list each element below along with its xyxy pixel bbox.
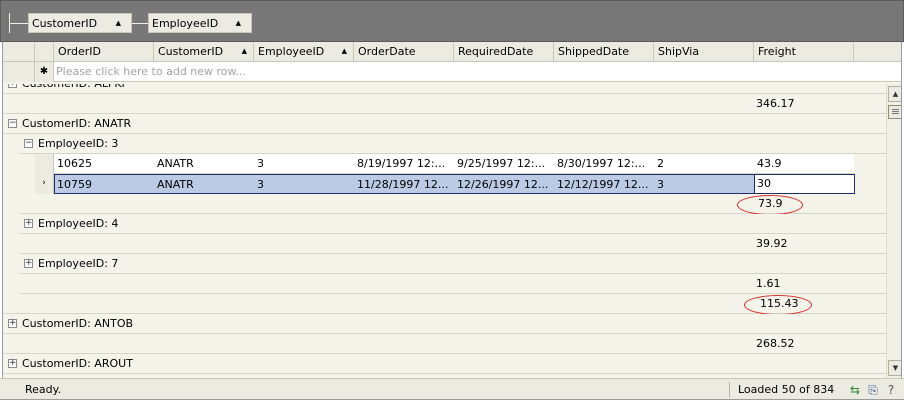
cell-requireddate[interactable]: 9/25/1997 12:... [455,154,555,174]
expand-icon[interactable]: + [8,319,17,328]
cell-orderdate[interactable]: 11/28/1997 12... [355,175,455,195]
column-header-freight[interactable]: Freight [754,42,854,62]
cell-requireddate[interactable]: 12/26/1997 12... [455,175,555,195]
expand-icon[interactable]: + [8,359,17,368]
column-header-shipvia[interactable]: ShipVia [654,42,754,62]
group-row-customer-alfki[interactable]: + CustomerID: ALFKI [3,84,886,94]
scroll-up-icon[interactable]: ▲ [888,86,901,102]
scroll-thumb[interactable] [888,105,901,119]
cell-orderid[interactable]: 10625 [55,154,155,174]
column-header-shippeddate[interactable]: ShippedDate [554,42,654,62]
group-summary-row: 346.17 [3,94,886,114]
group-label: CustomerID: ANATR [22,117,132,130]
group-by-panel: CustomerID ▲ EmployeeID ▲ [0,0,904,42]
cell-shipvia[interactable]: 3 [655,175,755,195]
cell-employeeid[interactable]: 3 [255,154,355,174]
group-label: EmployeeID: 7 [38,257,119,270]
cell-orderid[interactable]: 10759 [55,175,155,195]
export-icon[interactable]: ⎘ [866,383,880,397]
cell-freight[interactable]: 43.9 [755,154,854,174]
header-row-indicator [35,42,54,62]
table-row[interactable]: › 10759 ANATR 3 11/28/1997 12... 12/26/1… [35,174,855,195]
group-summary-row: 39.92 [19,234,886,254]
sort-ascending-icon: ▲ [341,47,347,55]
add-new-row[interactable]: ✱ Please click here to add new row... [3,62,901,82]
column-header-orderid[interactable]: OrderID [54,42,154,62]
freight-sum: 1.61 [756,277,781,290]
sort-ascending-icon: ▲ [115,19,121,27]
group-label: CustomerID: ANTOB [22,317,134,330]
loaded-count: Loaded 50 of 834 [738,383,835,396]
freight-sum: 268.52 [756,337,795,350]
column-header-row: OrderID CustomerID ▲ EmployeeID ▲ OrderDat… [3,42,901,62]
grid-body: + CustomerID: ALFKI 346.17 − CustomerID:… [3,84,886,378]
cell-employeeid[interactable]: 3 [255,175,355,195]
group-chip-customerid[interactable]: CustomerID ▲ [28,13,132,33]
freight-sum: 39.92 [756,237,788,250]
new-row-star-icon: ✱ [35,62,54,82]
column-header-employeeid[interactable]: EmployeeID ▲ [254,42,354,62]
group-label: EmployeeID: 3 [38,137,119,150]
group-connector-line [9,23,29,24]
group-row-customer-anatr[interactable]: − CustomerID: ANATR [3,114,886,134]
group-row-employee-7[interactable]: + EmployeeID: 7 [19,254,886,274]
cell-shipvia[interactable]: 2 [655,154,755,174]
header-indent [3,42,35,62]
group-chip-label: EmployeeID [152,16,219,30]
sort-ascending-icon: ▲ [241,47,247,55]
group-row-employee-3[interactable]: − EmployeeID: 3 [19,134,886,154]
status-divider [729,382,730,398]
scroll-down-icon[interactable]: ▼ [888,360,901,376]
cell-customerid[interactable]: ANATR [155,175,255,195]
group-label: CustomerID: ALFKI [22,84,125,94]
column-header-customerid[interactable]: CustomerID ▲ [154,42,254,62]
refresh-icon[interactable]: ⇆ [848,383,862,397]
group-summary-row: 268.52 [3,334,886,354]
group-label: CustomerID: AROUT [22,357,133,370]
group-chip-label: CustomerID [32,16,98,30]
vertical-scrollbar[interactable]: ▲ ▼ [886,84,901,378]
row-indicator [35,154,54,174]
current-row-icon: › [35,174,54,194]
sort-ascending-icon: ▲ [235,19,241,27]
freight-sum: 346.17 [756,97,795,110]
collapse-icon[interactable]: − [8,119,17,128]
help-icon[interactable]: ? [884,383,898,397]
group-summary-row: 1.61 [19,274,886,294]
data-grid: OrderID CustomerID ▲ EmployeeID ▲ OrderDat… [2,42,902,378]
expand-icon[interactable]: + [8,84,17,88]
column-header-requireddate[interactable]: RequiredDate [454,42,554,62]
highlight-oval [737,195,803,215]
group-chip-employeeid[interactable]: EmployeeID ▲ [148,13,252,33]
status-text: Ready. [25,383,62,396]
group-label: EmployeeID: 4 [38,217,119,230]
cell-orderdate[interactable]: 8/19/1997 12:... [355,154,455,174]
group-row-customer-antob[interactable]: + CustomerID: ANTOB [3,314,886,334]
new-row-placeholder[interactable]: Please click here to add new row... [56,62,246,82]
group-row-customer-arout[interactable]: + CustomerID: AROUT [3,354,886,374]
highlight-oval [744,295,812,315]
group-row-employee-4[interactable]: + EmployeeID: 4 [19,214,886,234]
selected-row-highlight: 10759 ANATR 3 11/28/1997 12... 12/26/199… [54,174,855,195]
new-row-indent [3,62,35,82]
column-header-orderdate[interactable]: OrderDate [354,42,454,62]
cell-shippeddate[interactable]: 8/30/1997 12:... [555,154,655,174]
freight-edit-field[interactable]: 30 [754,174,855,194]
group-connector-line [132,23,148,24]
expand-icon[interactable]: + [24,259,33,268]
table-row[interactable]: 10625 ANATR 3 8/19/1997 12:... 9/25/1997… [35,154,854,174]
cell-shippeddate[interactable]: 12/12/1997 12... [555,175,655,195]
status-bar: Ready. Loaded 50 of 834 ⇆ ⎘ ? [0,378,904,400]
collapse-icon[interactable]: − [24,139,33,148]
cell-customerid[interactable]: ANATR [155,154,255,174]
expand-icon[interactable]: + [24,219,33,228]
